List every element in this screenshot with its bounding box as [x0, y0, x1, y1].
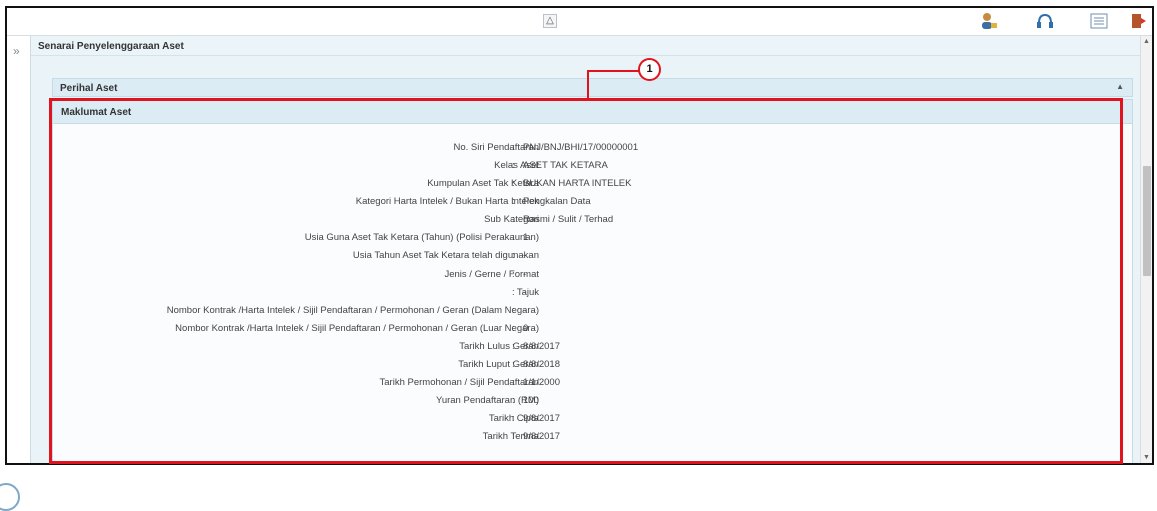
field-value: 1	[523, 232, 529, 244]
field-value: PNJ/BNJ/BHI/17/00000001	[523, 142, 639, 153]
field-label: Tarikh Permohonan / Sijil Pendaftaran	[379, 377, 539, 389]
field-separator: :	[512, 214, 515, 226]
field-separator: :	[512, 431, 515, 443]
field-row: Yuran Pendaftaran (RM):100	[53, 395, 1132, 413]
field-separator: :	[512, 340, 515, 352]
field-separator: :	[512, 322, 515, 334]
field-value: Rasmi / Sulit / Terhad	[523, 214, 614, 226]
field-value: 8/8/2018	[523, 358, 560, 370]
field-label: Nombor Kontrak /Harta Intelek / Sijil Pe…	[166, 304, 539, 316]
field-separator: :	[512, 268, 515, 280]
field-value: BUKAN HARTA INTELEK	[523, 178, 632, 190]
field-row: Tarikh Luput Geran:8/8/2018	[53, 359, 1132, 377]
field-row: Kelas Aset: ASET TAK KETARA	[53, 160, 1132, 178]
field-separator: :	[512, 160, 515, 172]
headset-icon[interactable]	[1035, 12, 1055, 30]
maklumat-aset-panel: Maklumat Aset No. Siri Pendaftaran: PNJ/B…	[52, 99, 1133, 463]
field-separator: :	[512, 178, 515, 190]
field-separator: :	[512, 413, 515, 425]
left-rail: »	[7, 36, 31, 463]
field-separator: :	[512, 304, 515, 316]
field-row: Tajuk: -	[53, 287, 1132, 305]
field-separator: :	[512, 142, 515, 153]
field-separator: :	[512, 196, 515, 208]
field-label: Tajuk	[516, 286, 539, 298]
field-row: Usia Guna Aset Tak Ketara (Tahun) (Polis…	[53, 232, 1132, 250]
scroll-down-icon[interactable]: ▼	[1143, 454, 1150, 461]
field-value: -	[523, 250, 527, 262]
list-icon[interactable]	[1089, 12, 1109, 30]
field-value: 9/8/2017	[523, 413, 560, 425]
section-title: Perihal Aset	[60, 83, 118, 94]
main-panel: Senarai Penyelenggaraan Aset Perihal Ase…	[31, 36, 1140, 463]
main-header: Senarai Penyelenggaraan Aset	[31, 36, 1140, 56]
field-separator: :	[512, 358, 515, 370]
vertical-scrollbar[interactable]: ▲ ▼	[1140, 36, 1152, 463]
help-icon[interactable]	[0, 483, 20, 511]
field-value: 9/8/2017	[523, 431, 560, 443]
field-value: -	[523, 304, 527, 316]
field-value: ASET TAK KETARA	[523, 160, 608, 172]
field-row: Usia Tahun Aset Tak Ketara telah digunak…	[53, 250, 1132, 268]
field-row: Nombor Kontrak /Harta Intelek / Sijil Pe…	[53, 323, 1132, 341]
field-value: 100	[523, 395, 539, 407]
field-value: 1/1/2000	[523, 377, 560, 389]
field-row: Kumpulan Aset Tak Ketara: BUKAN HARTA INT…	[53, 178, 1132, 196]
scroll-thumb[interactable]	[1143, 166, 1151, 276]
panel-title: Maklumat Aset	[53, 100, 1132, 124]
section-perihal-aset[interactable]: Perihal Aset ▲	[52, 78, 1133, 97]
field-value: -	[523, 286, 527, 298]
field-separator: :	[512, 377, 515, 389]
scroll-up-icon[interactable]: ▲	[1143, 38, 1150, 45]
logout-icon[interactable]	[1129, 12, 1149, 30]
field-separator: :	[512, 395, 515, 407]
top-toolbar: △	[7, 8, 1152, 36]
field-list: No. Siri Pendaftaran: PNJ/BNJ/BHI/17/0000…	[53, 142, 1132, 449]
field-label: Nombor Kontrak /Harta Intelek / Sijil Pe…	[175, 322, 539, 334]
field-row: Sub Kategori: Rasmi / Sulit / Terhad	[53, 214, 1132, 232]
field-value: Pengkalan Data	[523, 196, 591, 208]
collapse-up-icon[interactable]: △	[543, 14, 557, 28]
field-separator: :	[512, 286, 515, 298]
callout-line	[587, 70, 589, 100]
field-value: 0	[523, 322, 529, 334]
field-value: -	[523, 268, 527, 280]
app-frame: △ » Senarai Penyelenggaraan Aset Perihal…	[5, 6, 1154, 465]
expand-left-icon[interactable]: »	[13, 44, 20, 58]
field-row: Tarikh Terima:9/8/2017	[53, 431, 1132, 449]
field-row: No. Siri Pendaftaran: PNJ/BNJ/BHI/17/0000…	[53, 142, 1132, 160]
callout-line	[587, 70, 639, 72]
field-row: Nombor Kontrak /Harta Intelek / Sijil Pe…	[53, 305, 1132, 323]
field-separator: :	[512, 250, 515, 262]
field-row: Kategori Harta Intelek / Bukan Harta Int…	[53, 196, 1132, 214]
field-value: 8/8/2017	[523, 340, 560, 352]
field-row: Tarikh Cipta:9/8/2017	[53, 413, 1132, 431]
field-row: Jenis / Gerne / Format: -	[53, 269, 1132, 287]
field-row: Tarikh Permohonan / Sijil Pendaftaran:1/…	[53, 377, 1132, 395]
callout-badge: 1	[638, 58, 661, 81]
field-separator: :	[512, 232, 515, 244]
field-label: Usia Guna Aset Tak Ketara (Tahun) (Polis…	[304, 232, 539, 244]
user-icon[interactable]	[979, 12, 999, 30]
field-row: Tarikh Lulus Geran:8/8/2017	[53, 341, 1132, 359]
caret-up-icon[interactable]: ▲	[1116, 82, 1124, 91]
